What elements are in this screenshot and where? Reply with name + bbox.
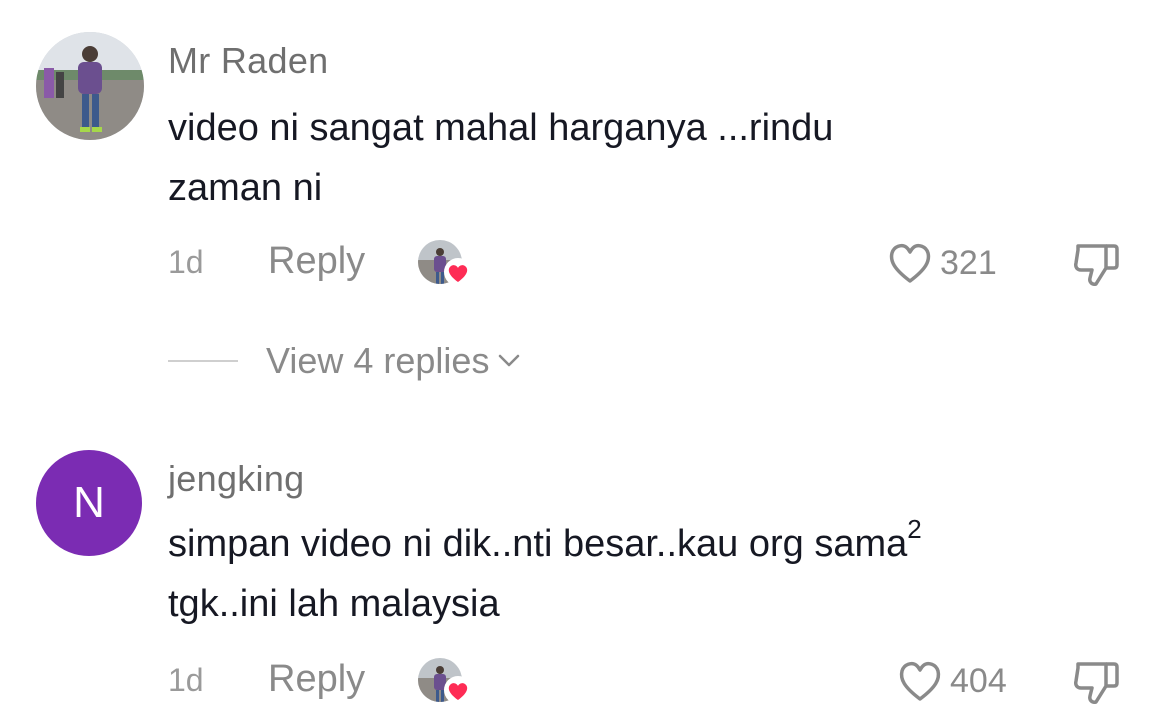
- chevron-down-icon: [499, 354, 520, 367]
- reply-button[interactable]: Reply: [268, 658, 365, 701]
- comment-username[interactable]: jengking: [168, 458, 305, 500]
- avatar[interactable]: [36, 32, 144, 140]
- like-button[interactable]: 321: [886, 238, 997, 288]
- reply-button[interactable]: Reply: [268, 240, 365, 283]
- thumbs-down-icon: [1074, 662, 1119, 704]
- heart-outline-icon: [889, 243, 931, 283]
- comment-actions: 1d Reply 321: [0, 232, 1169, 292]
- comment-username[interactable]: Mr Raden: [168, 40, 328, 82]
- creator-liked-badge: [418, 656, 474, 708]
- view-replies-button[interactable]: View 4 replies: [168, 336, 521, 386]
- comment-text: video ni sangat mahal harganya ...rindu …: [168, 98, 1128, 218]
- comment-actions: 1d Reply 404: [0, 650, 1169, 710]
- dislike-button[interactable]: [1070, 656, 1124, 710]
- comment-text-line: simpan video ni dik..nti besar..kau org …: [168, 514, 1128, 574]
- view-replies-label: View 4 replies: [266, 340, 490, 381]
- like-count: 321: [940, 243, 997, 282]
- comment-age: 1d: [168, 662, 204, 698]
- comment-text-line: zaman ni: [168, 167, 323, 209]
- creator-liked-badge: [418, 238, 474, 290]
- comment-text: simpan video ni dik..nti besar..kau org …: [168, 514, 1128, 634]
- like-count: 404: [950, 661, 1007, 700]
- comment-text-line: tgk..ini lah malaysia: [168, 583, 500, 625]
- replies-divider: [168, 360, 238, 362]
- like-button[interactable]: 404: [896, 656, 1007, 706]
- thumbs-down-icon: [1074, 244, 1119, 286]
- comment-text-superscript: 2: [907, 514, 922, 544]
- avatar-letter: N: [36, 450, 142, 556]
- avatar[interactable]: N: [36, 450, 142, 556]
- heart-outline-icon: [899, 661, 941, 701]
- comment-text-main: simpan video ni dik..nti besar..kau org …: [168, 523, 908, 565]
- comment-text-line: video ni sangat mahal harganya ...rindu: [168, 107, 834, 149]
- dislike-button[interactable]: [1070, 238, 1124, 292]
- comment-age: 1d: [168, 244, 204, 280]
